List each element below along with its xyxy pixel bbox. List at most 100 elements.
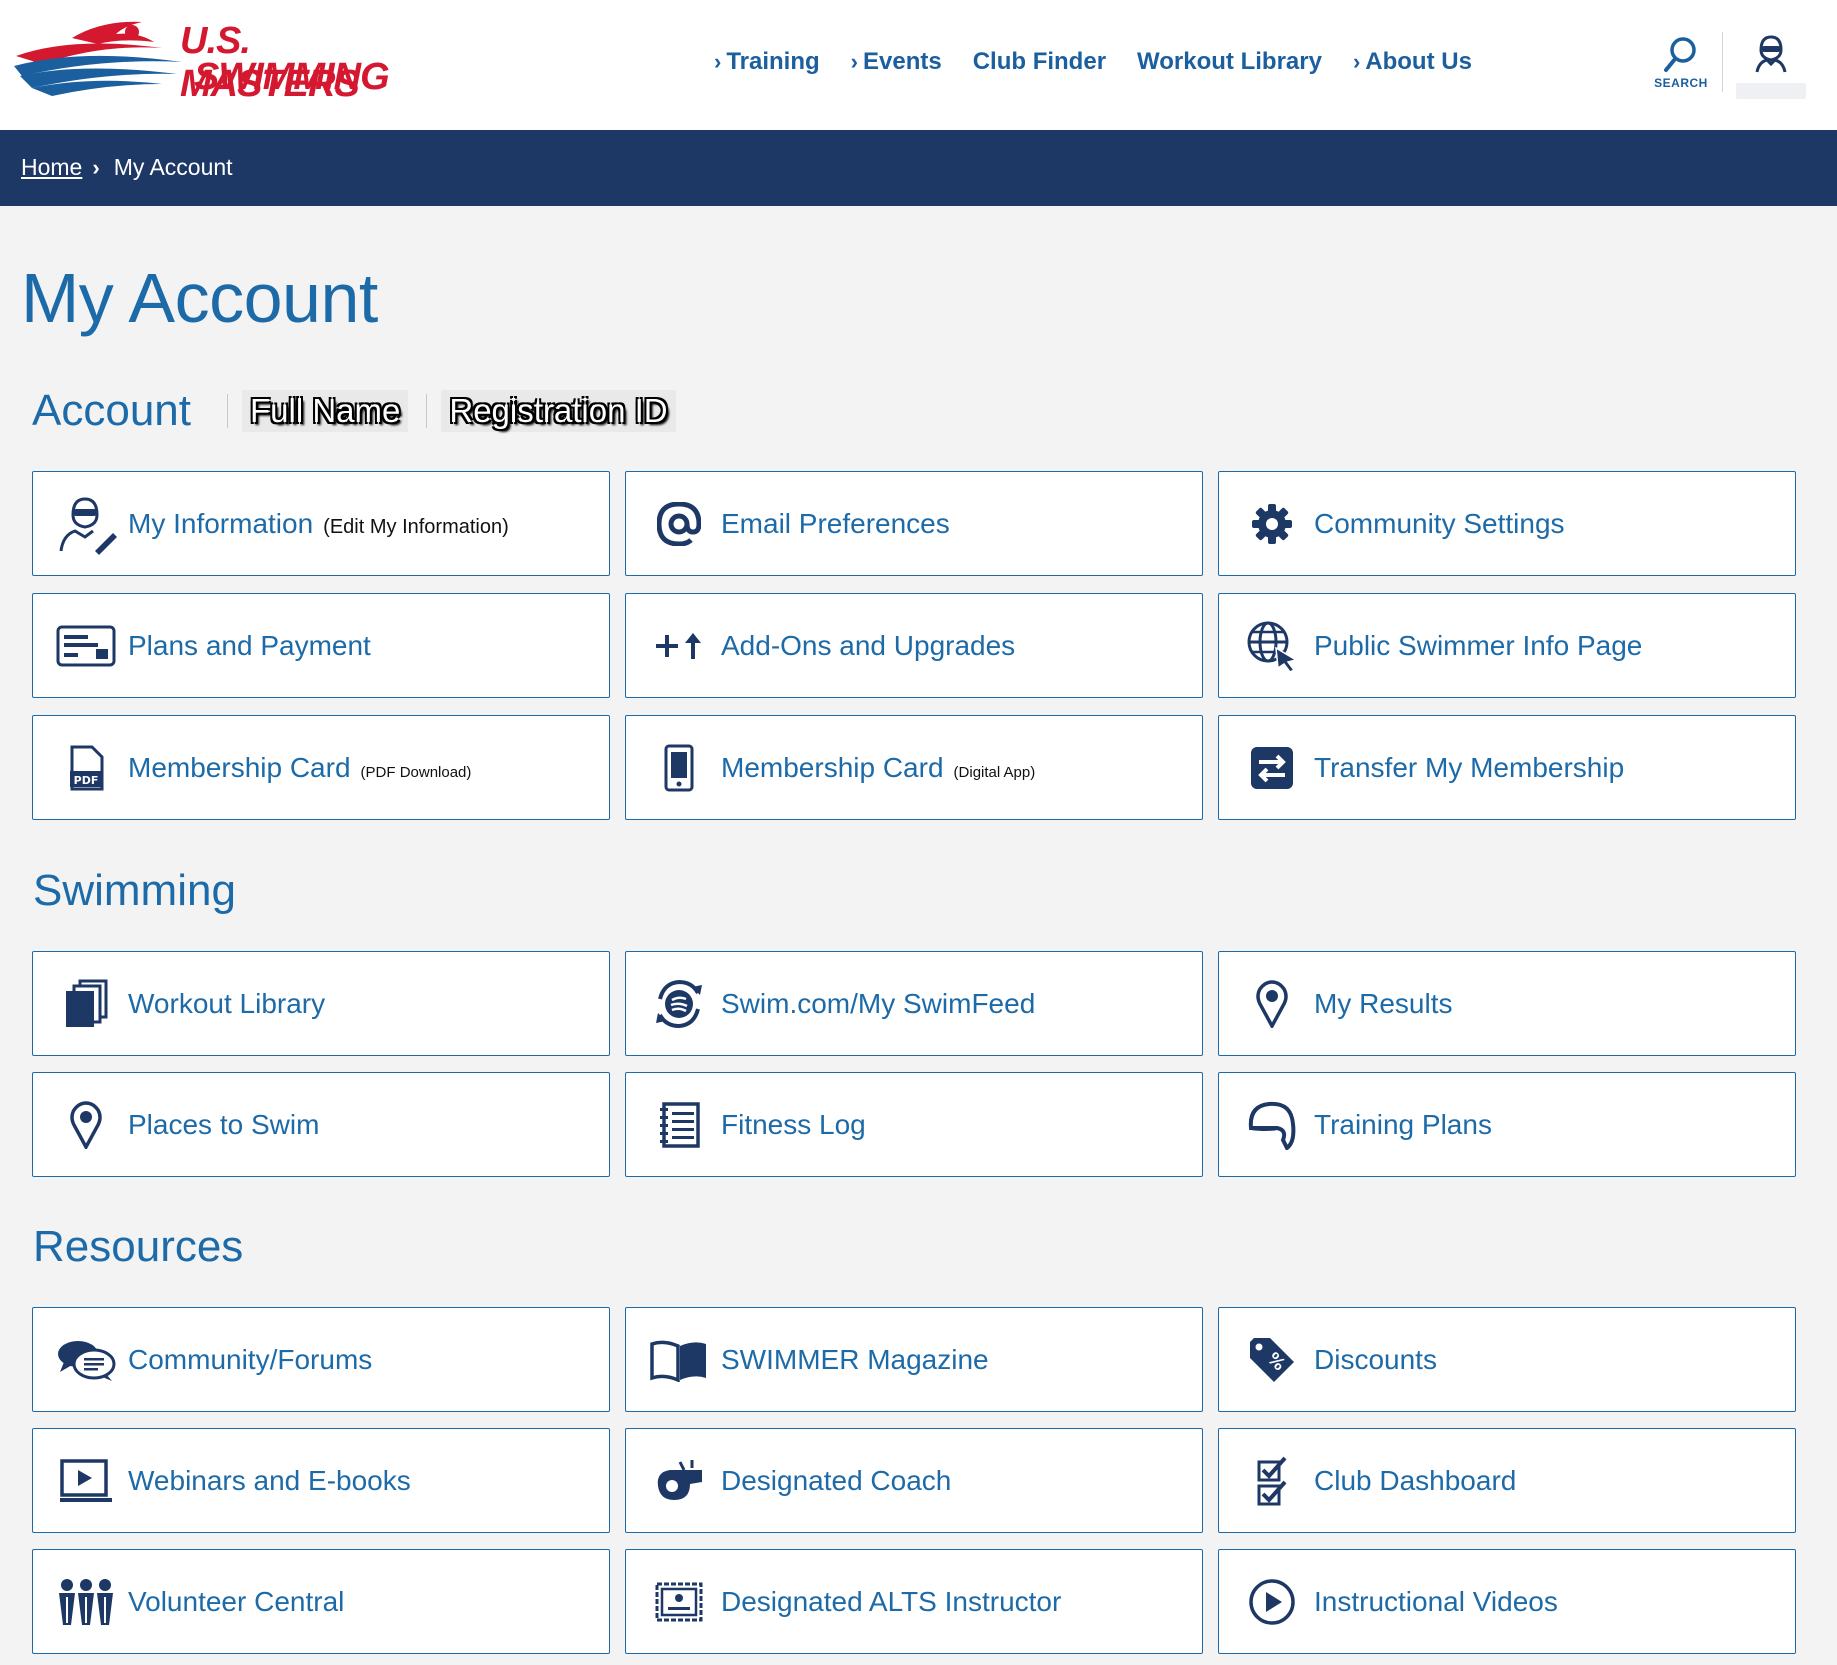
card-title: Training Plans (1314, 1108, 1492, 1140)
video-screen-icon (55, 1450, 117, 1512)
card-membership-card-app[interactable]: Membership Card (Digital App) (625, 715, 1203, 820)
card-title: Webinars and E-books (128, 1464, 411, 1496)
map-pin-icon (55, 1094, 117, 1156)
pdf-file-icon: PDF (55, 737, 117, 799)
card-email-preferences[interactable]: Email Preferences (625, 471, 1203, 576)
card-title: Instructional Videos (1314, 1585, 1558, 1617)
card-instructional-videos[interactable]: Instructional Videos (1218, 1549, 1796, 1654)
chevron-right-icon: › (1352, 49, 1361, 74)
location-pin-icon (1241, 973, 1303, 1035)
card-membership-card-pdf[interactable]: PDF Membership Card (PDF Download) (32, 715, 610, 820)
card-title: Transfer My Membership (1314, 751, 1625, 783)
card-addons-upgrades[interactable]: Add-Ons and Upgrades (625, 593, 1203, 698)
card-designated-alts[interactable]: Designated ALTS Instructor (625, 1549, 1203, 1654)
card-label: My Results (1314, 988, 1452, 1020)
swimming-section-title: Swimming (33, 866, 236, 915)
search-button[interactable]: SEARCH (1648, 34, 1714, 94)
card-swimmer-magazine[interactable]: SWIMMER Magazine (625, 1307, 1203, 1412)
card-label: Fitness Log (721, 1109, 866, 1141)
logo-line-2: SWIMMING (194, 56, 390, 98)
card-subtitle: (Edit My Information) (323, 515, 509, 538)
breadcrumb-bar: Home › My Account (0, 130, 1837, 206)
card-label: Plans and Payment (128, 630, 371, 662)
card-label: Email Preferences (721, 508, 950, 540)
gear-icon (1241, 493, 1303, 555)
card-title: Add-Ons and Upgrades (721, 629, 1016, 661)
breadcrumb-current: My Account (113, 154, 233, 180)
account-heading-row: Account Full Name Registration ID (32, 386, 676, 436)
account-divider (226, 394, 228, 428)
nav-training-label: Training (726, 48, 820, 75)
globe-cursor-icon (1241, 615, 1303, 677)
card-label: Public Swimmer Info Page (1314, 630, 1642, 662)
card-title: Designated ALTS Instructor (721, 1585, 1062, 1617)
card-workout-library[interactable]: Workout Library (32, 951, 610, 1056)
card-volunteer-central[interactable]: Volunteer Central (32, 1549, 610, 1654)
nav-about-us-label: About Us (1365, 48, 1472, 75)
chevron-right-icon: › (850, 49, 858, 74)
swimmer-wave-logo-icon (14, 21, 182, 96)
mobile-phone-icon (648, 737, 710, 799)
card-my-results[interactable]: My Results (1218, 951, 1796, 1056)
page-title: My Account (21, 259, 378, 337)
card-title: Volunteer Central (128, 1585, 345, 1617)
card-label: Designated Coach (721, 1465, 951, 1497)
card-community-forums[interactable]: Community/Forums (32, 1307, 610, 1412)
card-plans-payment[interactable]: Plans and Payment (32, 593, 610, 698)
card-fitness-log[interactable]: Fitness Log (625, 1072, 1203, 1177)
card-swimfeed[interactable]: Swim.com/My SwimFeed (625, 951, 1203, 1056)
usms-logo[interactable]: U.S. MASTERS SWIMMING (12, 18, 422, 105)
card-designated-coach[interactable]: Designated Coach (625, 1428, 1203, 1533)
card-title: Club Dashboard (1314, 1464, 1517, 1496)
card-label: Discounts (1314, 1344, 1437, 1376)
card-community-settings[interactable]: Community Settings (1218, 471, 1796, 576)
card-label: Community Settings (1314, 508, 1565, 540)
card-label: Transfer My Membership (1314, 752, 1624, 784)
nav-workout-library[interactable]: Workout Library (1137, 48, 1322, 76)
card-title: SWIMMER Magazine (721, 1343, 989, 1375)
card-label: Instructional Videos (1314, 1586, 1558, 1618)
card-public-swimmer-info[interactable]: Public Swimmer Info Page (1218, 593, 1796, 698)
card-label: Add-Ons and Upgrades (721, 630, 1015, 662)
card-title: Email Preferences (721, 507, 950, 539)
card-title: Workout Library (128, 987, 326, 1019)
whistle-icon (648, 1450, 710, 1512)
nav-about-us[interactable]: › About Us (1353, 48, 1472, 76)
nav-club-finder[interactable]: Club Finder (973, 48, 1106, 76)
plus-up-arrow-icon (648, 615, 710, 677)
account-registration-id: Registration ID (441, 390, 676, 432)
card-label: Training Plans (1314, 1109, 1492, 1141)
card-training-plans[interactable]: Training Plans (1218, 1072, 1796, 1177)
card-transfer-membership[interactable]: Transfer My Membership (1218, 715, 1796, 820)
card-title: Designated Coach (721, 1464, 952, 1496)
card-title: Swim.com/My SwimFeed (721, 987, 1036, 1019)
card-places-to-swim[interactable]: Places to Swim (32, 1072, 610, 1177)
breadcrumb-home-link[interactable]: Home (21, 154, 82, 181)
card-discounts[interactable]: % Discounts (1218, 1307, 1796, 1412)
card-club-dashboard[interactable]: Club Dashboard (1218, 1428, 1796, 1533)
account-menu-button[interactable] (1736, 34, 1806, 99)
card-my-information[interactable]: My Information (Edit My Information) (32, 471, 610, 576)
transfer-arrows-icon (1241, 737, 1303, 799)
resources-section-title: Resources (33, 1222, 244, 1271)
card-subtitle: (PDF Download) (360, 763, 472, 781)
chat-bubbles-icon (55, 1329, 117, 1391)
card-webinars-ebooks[interactable]: Webinars and E-books (32, 1428, 610, 1533)
nav-training[interactable]: › Training (714, 48, 820, 76)
nav-events-label: Events (863, 48, 942, 75)
card-title: Fitness Log (721, 1108, 866, 1140)
card-label: SWIMMER Magazine (721, 1344, 989, 1376)
card-subtitle: (Digital App) (953, 763, 1036, 781)
main-nav: › Training › Events Club Finder Workout Li… (714, 44, 1503, 80)
card-label: Webinars and E-books (128, 1465, 411, 1497)
card-label: Club Dashboard (1314, 1465, 1516, 1497)
swimmer-edit-icon (55, 493, 117, 555)
card-label: Designated ALTS Instructor (721, 1586, 1061, 1618)
card-title: Community/Forums (128, 1343, 373, 1375)
user-avatar-icon (1755, 35, 1787, 73)
card-title: Public Swimmer Info Page (1314, 629, 1643, 661)
account-section-title: Account (32, 386, 191, 435)
nav-events[interactable]: › Events (851, 48, 942, 76)
card-title: Plans and Payment (128, 629, 371, 661)
nav-workout-library-label: Workout Library (1137, 48, 1322, 75)
